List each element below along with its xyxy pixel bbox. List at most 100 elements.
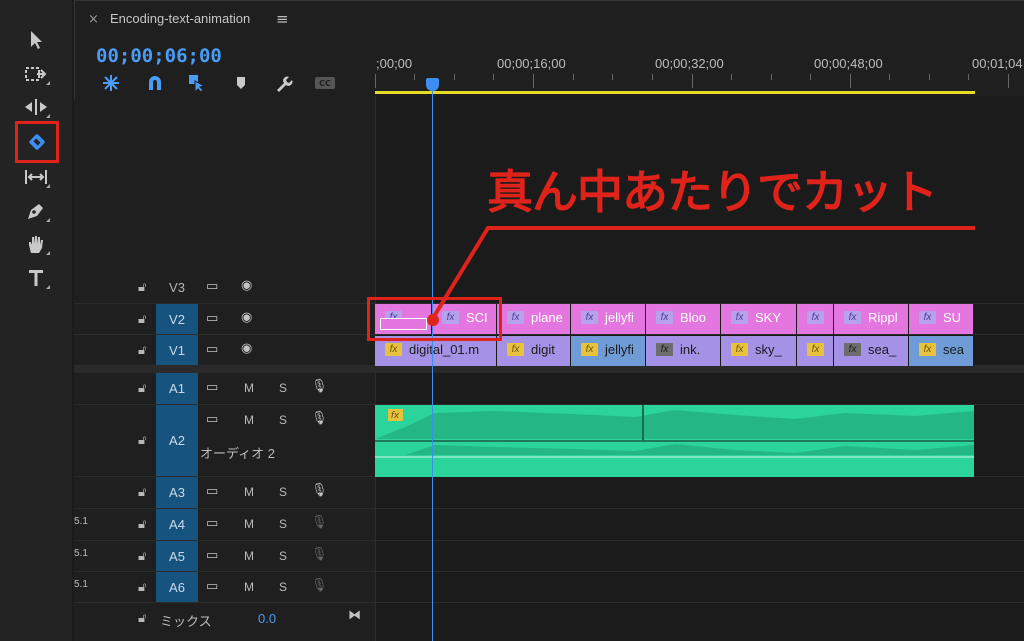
lock-icon[interactable]: 🔓︎ [138, 312, 146, 327]
mute-button[interactable]: M [244, 381, 254, 395]
snap-icon[interactable] [144, 72, 166, 94]
sequence-title[interactable]: Encoding-text-animation [110, 11, 250, 26]
ruler-label: 00;00;16;00 [497, 56, 566, 71]
sync-lock-icon[interactable]: ▭ [206, 279, 218, 294]
solo-button[interactable]: S [279, 549, 287, 563]
lock-icon[interactable]: 🔓︎ [138, 280, 146, 295]
playhead-handle[interactable] [426, 78, 439, 91]
track-a3[interactable]: 🔓︎ A3 ▭ M S 🎙︎ [74, 477, 1024, 509]
pen-tool-icon[interactable] [20, 197, 52, 225]
solo-button[interactable]: S [279, 381, 287, 395]
clip-name: sea [943, 342, 964, 357]
linked-selection-icon[interactable] [186, 72, 208, 94]
hand-tool-icon[interactable] [20, 230, 52, 258]
lock-icon[interactable]: 🔓︎ [138, 485, 146, 500]
lock-icon[interactable]: 🔓︎ [138, 549, 146, 564]
mute-button[interactable]: M [244, 485, 254, 499]
video-audio-divider[interactable] [74, 366, 1024, 373]
mute-button[interactable]: M [244, 413, 254, 427]
channel-badge: 5.1 [74, 579, 88, 590]
track-a5[interactable]: 🔓︎ A5 ▭ M S 🎙︎ 5.1 [74, 541, 1024, 572]
microphone-icon[interactable]: 🎙︎ [311, 483, 328, 498]
audio-clip[interactable]: fx [375, 405, 974, 477]
microphone-icon[interactable]: 🎙︎ [311, 411, 328, 426]
sync-lock-icon[interactable]: ▭ [206, 516, 218, 531]
lock-icon[interactable]: 🔓︎ [138, 611, 146, 626]
wrench-icon[interactable] [272, 72, 294, 94]
playhead-line[interactable] [432, 86, 433, 641]
lock-icon[interactable]: 🔓︎ [138, 343, 146, 358]
lock-icon[interactable]: 🔓︎ [138, 517, 146, 532]
track-select-icon[interactable] [20, 60, 52, 88]
clip-name: sky_ [755, 342, 782, 357]
track-name[interactable]: A3 [156, 485, 198, 500]
video-clip[interactable]: fx ink. [646, 336, 721, 366]
eye-icon[interactable]: ◉ [241, 278, 252, 293]
video-clip[interactable]: fx sea [909, 336, 974, 366]
lock-icon[interactable]: 🔓︎ [138, 433, 146, 448]
clip-name: ink. [680, 342, 701, 357]
track-name[interactable]: A1 [156, 381, 198, 396]
fx-badge: fx [919, 343, 936, 356]
add-marker-icon[interactable] [230, 72, 252, 94]
nest-icon[interactable] [100, 72, 122, 94]
track-a4[interactable]: 🔓︎ A4 ▭ M S 🎙︎ 5.1 [74, 509, 1024, 541]
sync-lock-icon[interactable]: ▭ [206, 380, 218, 395]
eye-icon[interactable]: ◉ [241, 341, 252, 356]
mute-button[interactable]: M [244, 549, 254, 563]
microphone-icon[interactable]: 🎙︎ [311, 379, 328, 394]
slip-tool-icon[interactable] [20, 163, 52, 191]
timeline-tools: CC [74, 66, 374, 98]
razor-tool-icon[interactable] [15, 121, 59, 163]
selection-tool-icon[interactable] [20, 26, 52, 54]
sync-lock-icon[interactable]: ▭ [206, 311, 218, 326]
solo-button[interactable]: S [279, 580, 287, 594]
track-a6[interactable]: 🔓︎ A6 ▭ M S 🎙︎ 5.1 [74, 572, 1024, 603]
solo-button[interactable]: S [279, 413, 287, 427]
track-name[interactable]: A4 [156, 517, 198, 532]
sync-lock-icon[interactable]: ▭ [206, 548, 218, 563]
close-tab-icon[interactable]: × [88, 12, 99, 27]
solo-button[interactable]: S [279, 485, 287, 499]
captions-icon[interactable]: CC [314, 72, 336, 94]
microphone-icon[interactable]: 🎙︎ [311, 515, 328, 530]
video-clip[interactable]: fx sea_ [834, 336, 909, 366]
solo-button[interactable]: S [279, 517, 287, 531]
sync-lock-icon[interactable]: ▭ [206, 579, 218, 594]
mix-volume[interactable]: 0.0 [258, 611, 276, 626]
track-name[interactable]: A6 [156, 580, 198, 595]
sync-lock-icon[interactable]: ▭ [206, 342, 218, 357]
time-ruler[interactable]: ;00;00 00;00;16;00 00;00;32;00 00;00;48;… [375, 48, 1024, 96]
sync-lock-icon[interactable]: ▭ [206, 484, 218, 499]
panel-menu-icon[interactable]: ≡ [276, 10, 289, 28]
track-name[interactable]: A2 [156, 433, 198, 448]
track-name[interactable]: V2 [156, 312, 198, 327]
lock-icon[interactable]: 🔓︎ [138, 580, 146, 595]
channel-badge: 5.1 [74, 548, 88, 559]
lock-icon[interactable]: 🔓︎ [138, 381, 146, 396]
eye-icon[interactable]: ◉ [241, 310, 252, 325]
microphone-icon[interactable]: 🎙︎ [311, 547, 328, 562]
video-clip[interactable]: fx sky_ [721, 336, 797, 366]
video-clip[interactable]: fx digit [497, 336, 571, 366]
sync-lock-icon[interactable]: ▭ [206, 412, 218, 427]
go-to-edit-icon[interactable]: ⧓ [348, 608, 361, 623]
video-clip[interactable]: fx jellyfi [571, 336, 646, 366]
track-mix[interactable]: 🔓︎ ミックス 0.0 ⧓ [74, 603, 1024, 635]
microphone-icon[interactable]: 🎙︎ [311, 578, 328, 593]
fx-badge: fx [385, 343, 402, 356]
track-name[interactable]: V1 [156, 343, 198, 358]
video-clip[interactable]: fx [797, 336, 834, 366]
type-tool-icon[interactable] [20, 264, 52, 292]
channel-badge: 5.1 [74, 516, 88, 527]
mute-button[interactable]: M [244, 517, 254, 531]
playhead-timecode[interactable]: 00;00;06;00 [96, 45, 222, 67]
track-a1[interactable]: 🔓︎ A1 ▭ M S 🎙︎ [74, 373, 1024, 405]
mute-button[interactable]: M [244, 580, 254, 594]
tools-panel [0, 0, 72, 641]
track-name[interactable]: V3 [156, 280, 198, 295]
work-area-bar[interactable] [375, 91, 975, 94]
ripple-edit-icon[interactable] [20, 93, 52, 121]
clip-name: jellyfi [605, 342, 634, 357]
track-name[interactable]: A5 [156, 549, 198, 564]
